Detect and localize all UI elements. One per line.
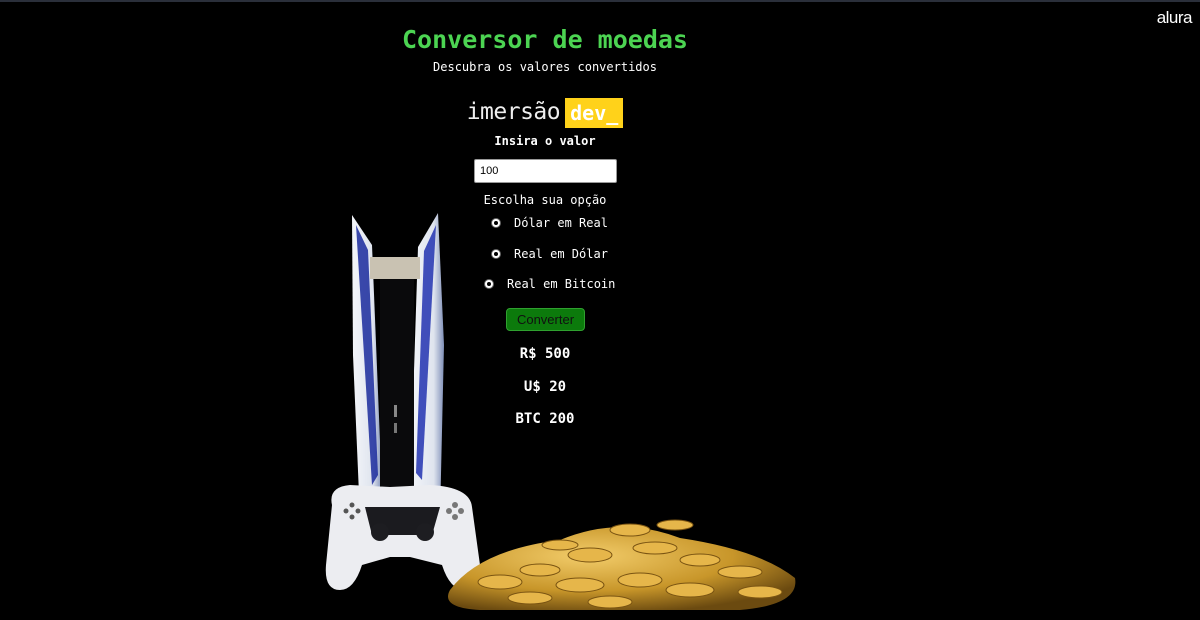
logo-text-dev: dev_ [565, 98, 624, 128]
page-subtitle: Descubra os valores convertidos [433, 60, 657, 74]
result-bitcoin: BTC 200 [515, 411, 575, 427]
radio-label: Real em Bitcoin [507, 277, 616, 291]
window-top-border [0, 0, 1200, 2]
value-label: Insira o valor [494, 134, 596, 148]
alura-logo: alura [1156, 8, 1193, 27]
option-real-em-dolar[interactable]: Real em Dólar [491, 246, 608, 262]
gold-coins-image [448, 519, 796, 610]
radio-button[interactable] [491, 218, 501, 228]
option-real-em-bitcoin[interactable]: Real em Bitcoin [484, 276, 615, 292]
imersao-dev-logo: imersão dev_ [395, 97, 695, 129]
convert-button[interactable]: Converter [506, 308, 585, 331]
options-label: Escolha sua opção [483, 193, 607, 207]
page-title: Conversor de moedas [402, 25, 688, 54]
logo-text-imersao: imersão [466, 99, 561, 125]
radio-button[interactable] [491, 249, 501, 259]
radio-label: Dólar em Real [514, 216, 608, 230]
converter-panel: Conversor de moedas Descubra os valores … [395, 24, 695, 427]
option-dolar-em-real[interactable]: Dólar em Real [491, 215, 608, 231]
value-input[interactable]: 100 [474, 159, 617, 183]
result-real: R$ 500 [519, 346, 571, 362]
result-dolar: U$ 20 [523, 379, 567, 395]
radio-label: Real em Dólar [514, 247, 608, 261]
radio-button[interactable] [484, 279, 494, 289]
